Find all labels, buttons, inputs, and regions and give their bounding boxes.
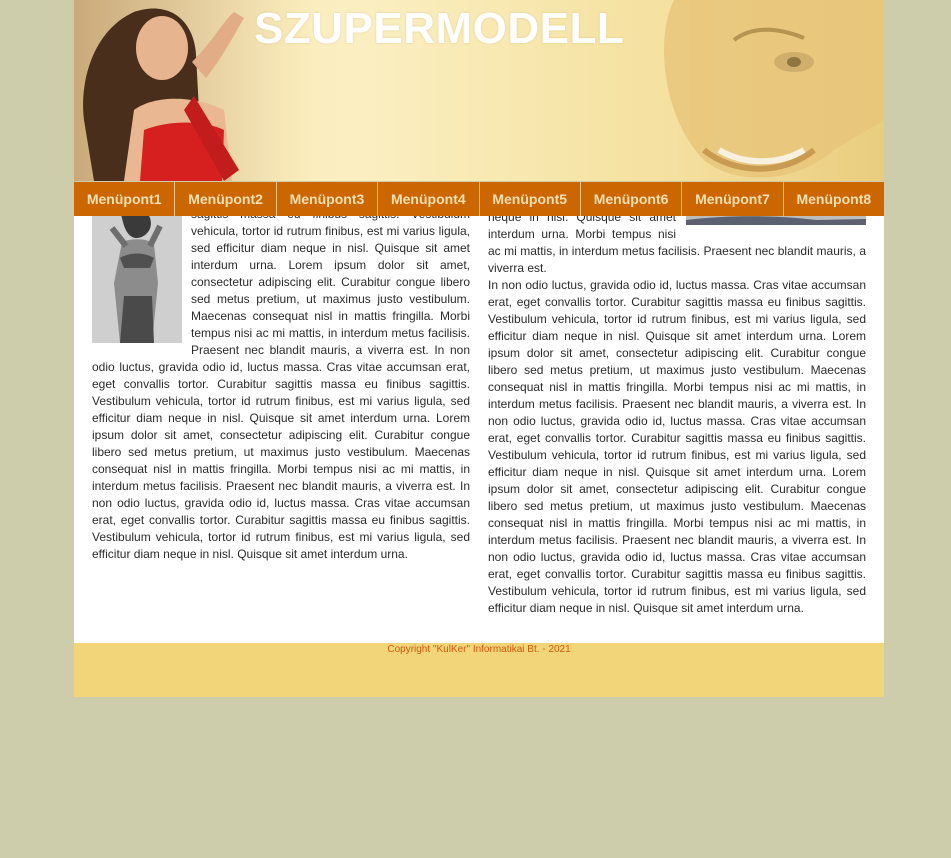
copyright-text: Copyright "KulKer" Informatikai Bt. - 20… [387, 644, 571, 655]
site-title: SZUPERMODELL [254, 4, 625, 53]
model-photo-right [644, 0, 884, 181]
content-column-right: tortor id rutrum finibus, est mi varius … [488, 182, 866, 617]
main-content: sagittis massa eu finibus sagittis. Vest… [74, 182, 884, 643]
nav-item-menupont6[interactable]: Menüpont6 [581, 182, 683, 216]
main-navigation: Menüpont1 Menüpont2 Menüpont3 Menüpont4 … [74, 182, 884, 216]
nav-item-menupont1[interactable]: Menüpont1 [74, 182, 176, 216]
model-thumbnail-left [92, 208, 182, 343]
nav-item-menupont7[interactable]: Menüpont7 [682, 182, 784, 216]
nav-item-menupont5[interactable]: Menüpont5 [480, 182, 581, 216]
content-paragraph-right: In non odio luctus, gravida odio id, luc… [488, 278, 866, 615]
content-column-left: sagittis massa eu finibus sagittis. Vest… [92, 206, 470, 563]
nav-item-menupont4[interactable]: Menüpont4 [378, 182, 480, 216]
nav-item-menupont2[interactable]: Menüpont2 [175, 182, 277, 216]
nav-item-menupont8[interactable]: Menüpont8 [784, 182, 884, 216]
footer: Copyright "KulKer" Informatikai Bt. - 20… [74, 643, 884, 697]
nav-item-menupont3[interactable]: Menüpont3 [277, 182, 379, 216]
header-banner: SZUPERMODELL [74, 0, 884, 181]
